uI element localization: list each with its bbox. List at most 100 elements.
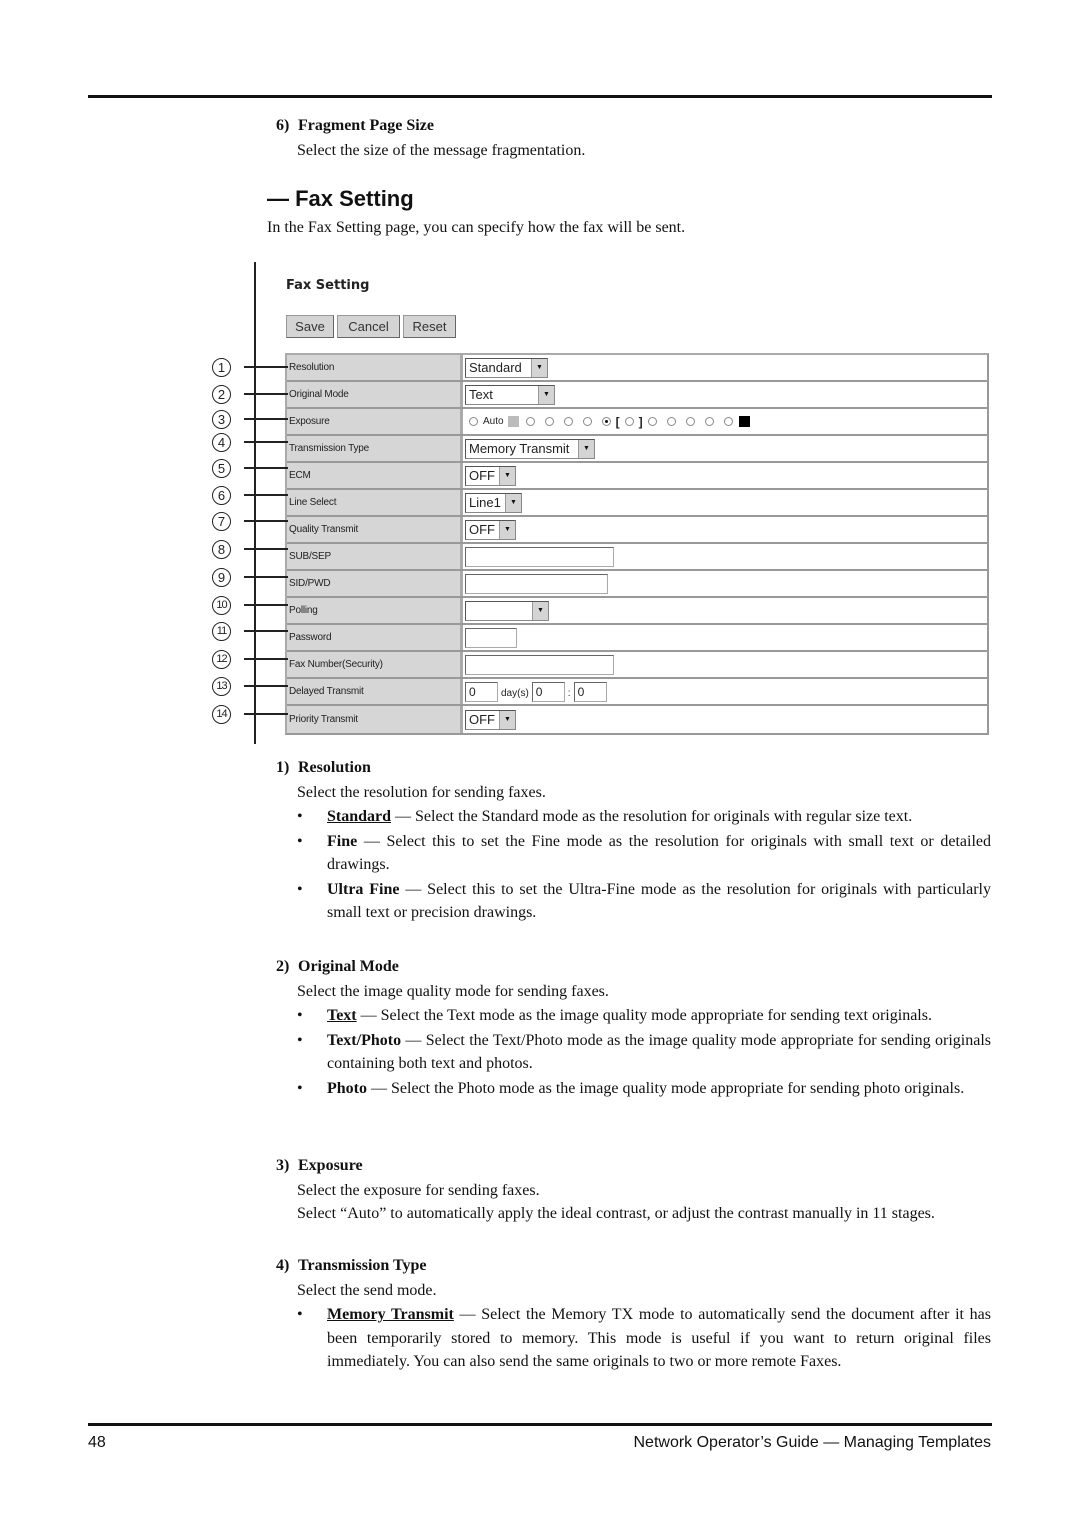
delay-days-input[interactable]: 0 (465, 681, 498, 702)
leader-line (244, 576, 288, 578)
section-number: 1) (276, 759, 290, 776)
select-value: Line1 (469, 495, 501, 510)
chevron-down-icon: ▼ (531, 358, 547, 377)
row-password: Password (287, 625, 987, 652)
leader-line (244, 658, 288, 660)
delay-hours-input[interactable]: 0 (531, 681, 565, 702)
transmission-type-select[interactable]: Memory Transmit ▼ (465, 438, 595, 459)
select-value: OFF (469, 522, 495, 537)
callout-3: 3 (212, 410, 231, 429)
section-number: 4) (276, 1257, 290, 1274)
bullet-icon: • (297, 1306, 303, 1323)
original-mode-select[interactable]: Text ▼ (465, 384, 555, 405)
section-title: Transmission Type (298, 1257, 427, 1274)
fax-number-input[interactable] (465, 654, 614, 675)
exposure-auto-radio[interactable] (469, 417, 478, 426)
sub-sep-input[interactable] (465, 546, 614, 567)
callout-10: 10 (212, 596, 231, 615)
exposure-level-radio[interactable] (563, 417, 573, 426)
row-label: SID/PWD (287, 571, 463, 596)
resolution-select[interactable]: Standard ▼ (465, 357, 548, 378)
exposure-level-radio[interactable] (647, 417, 657, 426)
quality-transmit-select[interactable]: OFF ▼ (465, 519, 516, 540)
row-label: Transmission Type (287, 436, 463, 461)
priority-transmit-select[interactable]: OFF ▼ (465, 709, 516, 730)
transmission-type-description: Select the send mode. (297, 1282, 437, 1299)
section-title: Exposure (298, 1157, 363, 1174)
term-photo: Photo (327, 1079, 367, 1097)
leader-line (244, 630, 288, 632)
section-number: 2) (276, 958, 290, 975)
leader-line (244, 713, 288, 715)
term-memory-transmit: Memory Transmit (327, 1306, 454, 1323)
leader-line (244, 685, 288, 687)
row-label: Priority Transmit (287, 706, 463, 733)
row-sid-pwd: SID/PWD (287, 571, 987, 598)
polling-select[interactable]: ▼ (465, 600, 549, 621)
screenshot-title: Fax Setting (286, 278, 370, 293)
callout-9: 9 (212, 568, 231, 587)
leader-line (244, 366, 288, 368)
callout-6: 6 (212, 486, 231, 505)
figure-vertical-line (254, 262, 256, 744)
exposure-description: Select the exposure for sending faxes. (297, 1182, 540, 1199)
exposure-description-2: Select “Auto” to automatically apply the… (297, 1205, 935, 1222)
exposure-heading: 3) Exposure (276, 1157, 363, 1175)
password-input[interactable] (465, 627, 517, 648)
term-text: Text (327, 1007, 357, 1024)
exposure-level-radio[interactable] (704, 417, 714, 426)
line-select-select[interactable]: Line1 ▼ (465, 492, 522, 513)
exposure-level-radio[interactable] (624, 417, 634, 426)
exposure-level-radio[interactable] (666, 417, 676, 426)
exposure-level-radio[interactable] (582, 417, 592, 426)
chevron-down-icon: ▼ (505, 493, 521, 512)
callout-7: 7 (212, 512, 231, 531)
leader-line (244, 604, 288, 606)
section-title: Resolution (298, 759, 371, 776)
row-label: Delayed Transmit (287, 679, 463, 704)
exposure-level-radio[interactable] (685, 417, 695, 426)
term-fine: Fine (327, 832, 358, 850)
row-label: Password (287, 625, 463, 650)
light-swatch-icon (507, 416, 519, 427)
ecm-select[interactable]: OFF ▼ (465, 465, 516, 486)
exposure-level-radio[interactable] (544, 417, 554, 426)
row-resolution: Resolution Standard ▼ (287, 355, 987, 382)
chevron-down-icon: ▼ (499, 520, 515, 539)
exposure-level-radio[interactable] (723, 417, 733, 426)
chevron-down-icon: ▼ (532, 601, 548, 620)
time-separator: : (567, 688, 571, 699)
section-title: Fragment Page Size (298, 117, 434, 134)
transmission-type-bullets: • Memory Transmit — Select the Memory TX … (297, 1303, 991, 1375)
leader-line (244, 393, 288, 395)
leader-line (244, 548, 288, 550)
exposure-level-radio-selected[interactable] (601, 417, 611, 426)
callout-2: 2 (212, 385, 231, 404)
delay-minutes-input[interactable]: 0 (573, 681, 607, 702)
section-number: 3) (276, 1157, 290, 1174)
row-quality-transmit: Quality Transmit OFF ▼ (287, 517, 987, 544)
fragment-section-heading: 6) Fragment Page Size (276, 117, 434, 135)
sid-pwd-input[interactable] (465, 573, 608, 594)
footer-title: Network Operator’s Guide — Managing Temp… (633, 1434, 991, 1451)
bullet-text: — Select the Photo mode as the image qua… (367, 1079, 965, 1097)
row-label: Fax Number(Security) (287, 652, 463, 677)
term-standard: Standard (327, 808, 392, 825)
leader-line (244, 467, 288, 469)
resolution-heading: 1) Resolution (276, 759, 371, 777)
exposure-level-radio[interactable] (525, 417, 535, 426)
term-text-photo: Text/Photo (327, 1031, 402, 1049)
page-number: 48 (88, 1434, 106, 1451)
leader-line (244, 494, 288, 496)
row-sub-sep: SUB/SEP (287, 544, 987, 571)
row-priority-transmit: Priority Transmit OFF ▼ (287, 706, 987, 733)
row-ecm: ECM OFF ▼ (287, 463, 987, 490)
save-button[interactable]: Save (286, 315, 334, 338)
cancel-button[interactable]: Cancel (337, 315, 400, 338)
term-ultra-fine: Ultra Fine (327, 880, 400, 898)
list-item: • Text/Photo — Select the Text/Photo mode… (297, 1029, 991, 1076)
row-transmission-type: Transmission Type Memory Transmit ▼ (287, 436, 987, 463)
bracket-open-icon: [ (615, 414, 620, 429)
list-item: • Photo — Select the Photo mode as the im… (297, 1077, 991, 1101)
reset-button[interactable]: Reset (403, 315, 456, 338)
